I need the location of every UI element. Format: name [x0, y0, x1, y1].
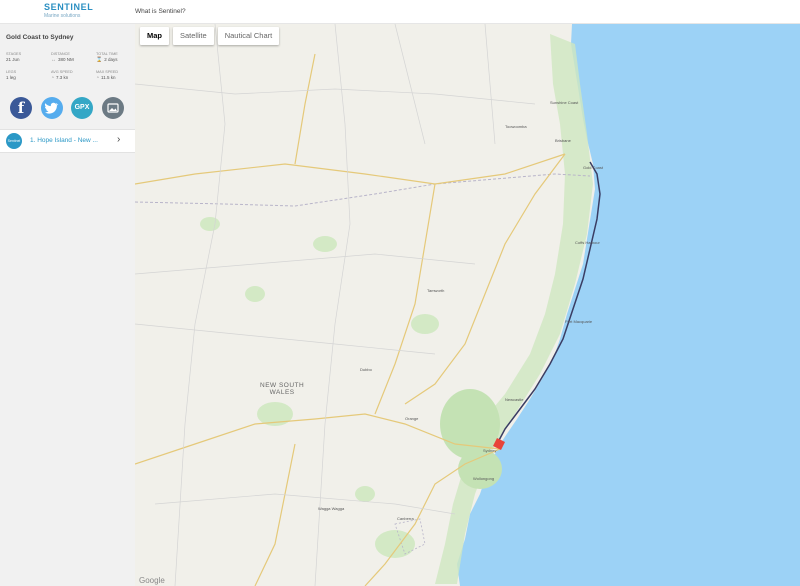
what-is-sentinel-link[interactable]: What is Sentinel? — [135, 8, 186, 15]
forest-patch — [375, 530, 415, 558]
map-label-gold-coast: Gold Coast — [583, 165, 604, 170]
facebook-share-button[interactable]: f — [10, 97, 32, 119]
chevron-right-icon: › — [117, 134, 121, 145]
logo-subtitle: Marine solutions — [44, 13, 81, 19]
twitter-share-button[interactable] — [41, 97, 63, 119]
distance-icon: ↔ — [51, 57, 56, 63]
map-label-sydney: Sydney — [483, 448, 497, 453]
leg-badge: Sentinel — [6, 133, 22, 149]
map-label-sunshine-coast: Sunshine Coast — [550, 100, 579, 105]
sentinel-logo[interactable]: SENTINEL Marine solutions — [44, 2, 94, 20]
trip-sidebar: Gold Coast to Sydney Stages 21 Jun Dista… — [0, 24, 135, 586]
forest-patch — [245, 286, 265, 302]
map-label-canberra: Canberra — [397, 516, 414, 521]
forest-patch — [200, 217, 220, 231]
map-type-map-button[interactable]: Map — [140, 27, 169, 45]
stat-max-speed: Max speed ◔ 11.5 kn — [96, 70, 136, 81]
stat-value: 1 leg — [6, 75, 16, 80]
leg-label: 1. Hope Island - New ... — [30, 137, 98, 144]
stat-total-time: Total time ⌛ 2 days — [96, 52, 136, 63]
map-svg — [135, 24, 800, 586]
stat-value: 21 Jun — [6, 57, 20, 62]
gpx-download-button[interactable]: GPX — [71, 97, 93, 119]
twitter-bird-icon — [44, 102, 59, 114]
trip-title: Gold Coast to Sydney — [6, 34, 74, 41]
stat-stages: Stages 21 Jun — [6, 52, 46, 63]
image-export-button[interactable] — [102, 97, 124, 119]
region-label: NEW SOUTH WALES — [260, 382, 305, 396]
speedometer-icon: ◔ — [51, 75, 55, 81]
stat-value: 7.3 kn — [56, 75, 69, 80]
map-canvas[interactable]: NEW SOUTH WALES Brisbane Gold Coast Suns… — [135, 24, 800, 586]
logo-title: SENTINEL — [44, 2, 94, 12]
stat-value: 11.5 kn — [101, 75, 116, 80]
map-label-wagga: Wagga Wagga — [318, 506, 345, 511]
top-header: SENTINEL Marine solutions What is Sentin… — [0, 0, 800, 24]
map-label-port-macquarie: Port Macquarie — [565, 319, 593, 324]
map-label-tamworth: Tamworth — [427, 288, 445, 293]
stat-legs: Legs 1 leg — [6, 70, 46, 81]
map-label-orange: Orange — [405, 416, 419, 421]
stat-distance: Distance ↔ 380 NM — [51, 52, 91, 63]
forest-patch — [355, 486, 375, 502]
forest-patch — [411, 314, 439, 334]
stat-avg-speed: Avg speed ◔ 7.3 kn — [51, 70, 91, 81]
map-type-controls: Map Satellite Nautical Chart — [140, 27, 280, 45]
map-type-nautical-chart-button[interactable]: Nautical Chart — [217, 27, 280, 45]
map-label-newcastle: Newcastle — [505, 397, 524, 402]
stat-value: 380 NM — [58, 57, 74, 62]
speedometer-icon: ◔ — [96, 75, 100, 81]
forest-patch — [313, 236, 337, 252]
map-label-toowoomba: Toowoomba — [505, 124, 527, 129]
hourglass-icon: ⌛ — [96, 57, 103, 63]
map-label-region: NEW SOUTH WALES — [260, 382, 304, 396]
map-label-brisbane: Brisbane — [555, 138, 571, 143]
map-type-satellite-button[interactable]: Satellite — [173, 27, 214, 45]
map-label-wollongong: Wollongong — [473, 476, 495, 481]
forest-patch — [458, 449, 502, 489]
map-label-dubbo: Dubbo — [360, 367, 372, 372]
google-logo[interactable]: Google — [139, 576, 165, 585]
image-icon — [107, 103, 119, 113]
leg-list-item[interactable]: Sentinel 1. Hope Island - New ... › — [0, 129, 135, 153]
map-label-coffs: Coffs Harbour — [575, 240, 600, 245]
stat-value: 2 days — [104, 57, 118, 62]
